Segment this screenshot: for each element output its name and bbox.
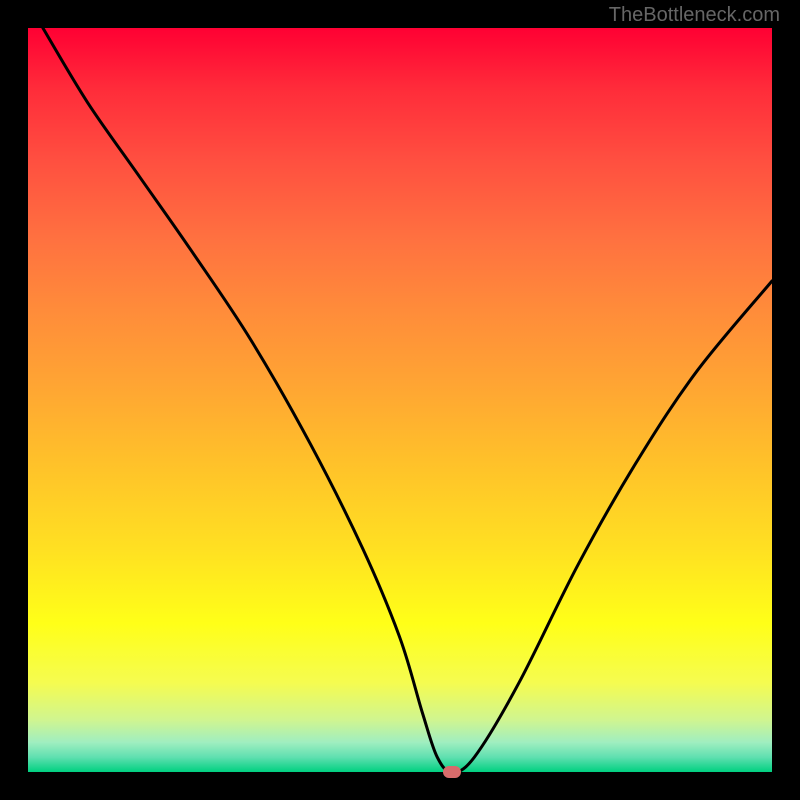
chart-plot-area bbox=[28, 28, 772, 772]
bottleneck-curve bbox=[28, 28, 772, 772]
bottleneck-marker bbox=[443, 766, 461, 778]
watermark-text: TheBottleneck.com bbox=[609, 4, 780, 27]
